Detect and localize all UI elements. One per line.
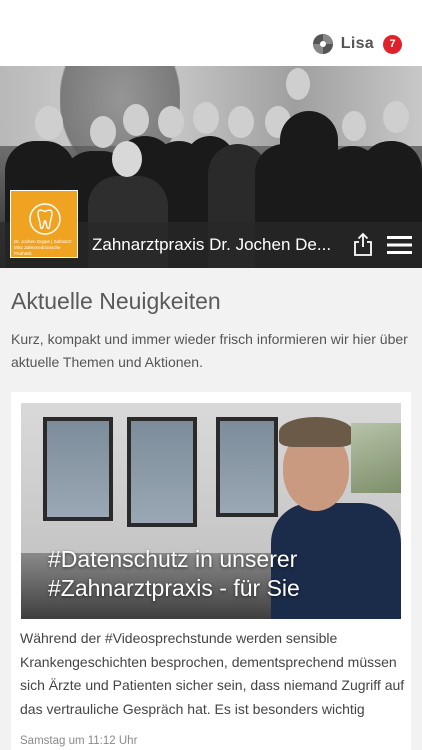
user-profile[interactable]: Lisa 7	[312, 33, 402, 55]
practice-logo: Dr. Jochen Doppe | Zahnarzt MSc Zahnmedi…	[10, 190, 78, 258]
top-bar: Lisa 7	[0, 0, 422, 66]
app-logo-icon	[312, 34, 333, 54]
menu-icon[interactable]	[387, 236, 412, 254]
practice-logo-text: Dr. Jochen Doppe | Zahnarzt MSc Zahnmedi…	[14, 239, 72, 256]
post-excerpt: Während der #Videosprechstunde werden se…	[20, 630, 405, 717]
news-post-card[interactable]: #Datenschutz in unserer #Zahnarztpraxis …	[11, 392, 411, 750]
practice-name: Zahnarztpraxis Dr. Jochen De...	[92, 235, 332, 254]
user-name: Lisa	[340, 35, 374, 52]
post-image: #Datenschutz in unserer #Zahnarztpraxis …	[21, 403, 401, 619]
news-intro: Kurz, kompakt und immer wieder frisch in…	[11, 331, 408, 370]
notification-badge[interactable]: 7	[383, 34, 402, 54]
news-heading: Aktuelle Neuigkeiten	[11, 288, 221, 314]
share-icon[interactable]	[353, 232, 373, 256]
post-headline-line2: #Zahnarztpraxis - für Sie	[48, 575, 300, 601]
post-date: Samstag um 11:12 Uhr	[20, 735, 138, 747]
tooth-icon	[29, 203, 61, 235]
post-headline: #Datenschutz in unserer #Zahnarztpraxis …	[48, 545, 300, 603]
post-headline-line1: #Datenschutz in unserer	[48, 546, 298, 572]
